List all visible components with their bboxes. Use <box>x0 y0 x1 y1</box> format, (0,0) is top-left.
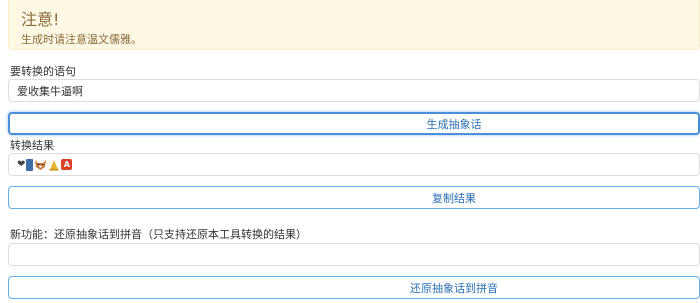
sentence-input[interactable]: 爱收集牛逼啊 <box>8 79 700 102</box>
warning-alert: 注意! 生成时请注意温文儒雅。 <box>8 0 700 50</box>
sun-bell-icon <box>48 159 60 171</box>
input-label: 要转换的语句 <box>10 65 76 78</box>
result-emojis: ❤ A <box>17 158 73 171</box>
letter-a-icon: A <box>61 159 73 170</box>
sentence-input-value: 爱收集牛逼啊 <box>17 84 83 98</box>
heart-icon: ❤ <box>17 159 26 170</box>
fox-icon <box>34 159 47 171</box>
generate-button[interactable]: 生成抽象话 <box>8 112 700 135</box>
restore-button[interactable]: 还原抽象话到拼音 <box>8 276 700 299</box>
restore-label: 新功能：还原抽象话到拼音（只支持还原本工具转换的结果） <box>10 228 307 241</box>
alert-title: 注意! <box>21 10 60 29</box>
copy-button[interactable]: 复制结果 <box>8 186 700 209</box>
generate-button-label: 生成抽象话 <box>426 117 482 131</box>
result-output[interactable]: ❤ A <box>8 153 700 176</box>
alert-text: 生成时请注意温文儒雅。 <box>21 33 142 46</box>
blue-block-icon <box>26 158 34 171</box>
restore-button-label: 还原抽象话到拼音 <box>410 281 498 295</box>
restore-input[interactable] <box>8 243 700 266</box>
result-label: 转换结果 <box>10 139 54 152</box>
copy-button-label: 复制结果 <box>432 191 476 205</box>
